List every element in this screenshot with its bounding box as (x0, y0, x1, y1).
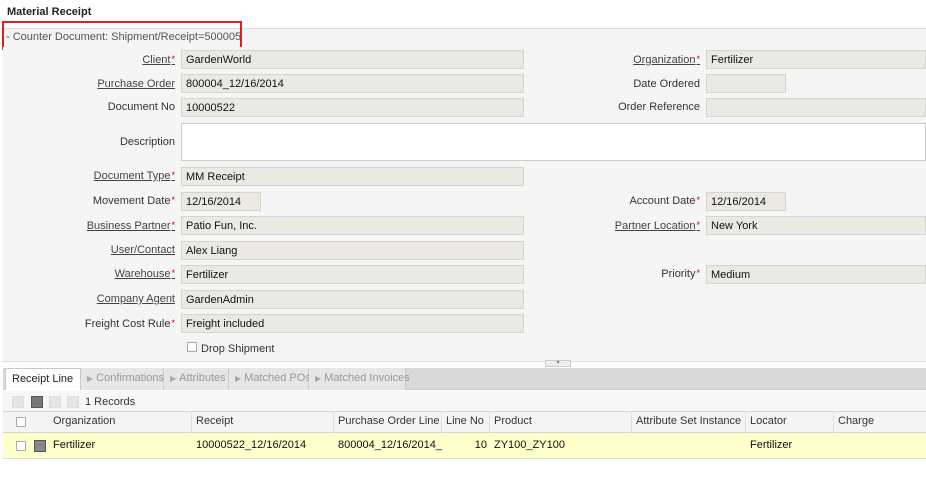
column-header-purchase-order-line[interactable]: Purchase Order Line (334, 411, 442, 433)
warehouse-field[interactable]: Fertilizer (181, 265, 524, 284)
cell-purchase-order-line[interactable]: 800004_12/16/2014_1( (338, 433, 442, 459)
tab-confirmations[interactable]: ▶ Confirmations (81, 368, 164, 390)
tab-receipt-line[interactable]: Receipt Line (5, 368, 81, 390)
row-select-checkbox[interactable] (16, 441, 26, 451)
movement-date-field[interactable]: 12/16/2014 (181, 192, 261, 211)
select-all-checkbox[interactable] (16, 417, 26, 427)
cell-product[interactable]: ZY100_ZY100 (494, 433, 632, 459)
warehouse-label[interactable]: Warehouse* (115, 268, 175, 280)
column-header-locator[interactable]: Locator (746, 411, 834, 433)
tab-arrow-icon: ▶ (235, 374, 242, 383)
tab-matched-pos[interactable]: ▶ Matched POs (229, 368, 311, 390)
drop-shipment-checkbox[interactable] (187, 342, 197, 352)
column-header-organization[interactable]: Organization (49, 411, 192, 433)
user-contact-field[interactable]: Alex Liang (181, 241, 524, 260)
purchase-order-field[interactable]: 800004_12/16/2014 (181, 74, 524, 93)
column-header-receipt[interactable]: Receipt (192, 411, 334, 433)
column-header-product[interactable]: Product (490, 411, 632, 433)
tab-arrow-icon: ▶ (170, 374, 177, 383)
column-header-attribute-set-instance[interactable]: Attribute Set Instance (632, 411, 746, 433)
splitter-collapse-handle[interactable]: ▾ (545, 360, 571, 367)
column-header-line-no[interactable]: Line No (442, 411, 490, 433)
account-date-field[interactable]: 12/16/2014 (706, 192, 786, 211)
business-partner-field[interactable]: Patio Fun, Inc. (181, 216, 524, 235)
column-header-charge[interactable]: Charge (834, 411, 926, 433)
business-partner-label[interactable]: Business Partner* (87, 220, 175, 232)
new-record-icon[interactable] (12, 396, 24, 408)
cell-receipt[interactable]: 10000522_12/16/2014 (196, 433, 334, 459)
cell-line-no[interactable]: 10 (442, 433, 487, 459)
client-field[interactable]: GardenWorld (181, 50, 524, 69)
description-textarea[interactable] (181, 123, 926, 161)
document-no-label: Document No (107, 101, 175, 113)
priority-field[interactable]: Medium (706, 265, 926, 284)
drop-shipment-label: Drop Shipment (201, 343, 275, 355)
refresh-icon[interactable] (67, 396, 79, 408)
grid-toolbar (3, 391, 926, 411)
cell-locator[interactable]: Fertilizer (750, 433, 834, 459)
date-ordered-label: Date Ordered (633, 78, 700, 90)
tab-arrow-icon: ▶ (87, 374, 94, 383)
document-type-field[interactable]: MM Receipt (181, 167, 524, 186)
account-date-label: Account Date* (629, 195, 700, 207)
order-reference-label: Order Reference (618, 101, 700, 113)
highlight-box (2, 21, 242, 50)
partner-location-label[interactable]: Partner Location* (615, 220, 700, 232)
company-agent-label[interactable]: Company Agent (97, 293, 175, 305)
date-ordered-field[interactable] (706, 74, 786, 93)
description-label: Description (119, 136, 175, 148)
document-no-field[interactable]: 10000522 (181, 98, 524, 117)
freight-cost-rule-label: Freight Cost Rule* (84, 318, 175, 330)
row-edit-icon[interactable] (34, 440, 46, 452)
company-agent-field[interactable]: GardenAdmin (181, 290, 524, 309)
window-title: Material Receipt (7, 6, 92, 18)
priority-label: Priority* (661, 268, 700, 280)
client-label[interactable]: Client* (142, 54, 175, 66)
tab-arrow-icon: ▶ (315, 374, 322, 383)
records-count: 1 Records (85, 396, 136, 408)
cell-charge[interactable] (838, 433, 926, 459)
organization-label[interactable]: Organization* (633, 54, 700, 66)
tab-attributes[interactable]: ▶ Attributes (164, 368, 229, 390)
grid-toggle-icon[interactable] (31, 396, 43, 408)
organization-field[interactable]: Fertilizer (706, 50, 926, 69)
tab-matched-invoices[interactable]: ▶ Matched Invoices (309, 368, 410, 390)
document-type-label[interactable]: Document Type* (94, 170, 175, 182)
movement-date-label: Movement Date* (92, 195, 175, 207)
cell-organization[interactable]: Fertilizer (53, 433, 192, 459)
panel-splitter[interactable] (3, 361, 926, 368)
purchase-order-label[interactable]: Purchase Order (97, 78, 175, 90)
user-contact-label[interactable]: User/Contact (111, 244, 175, 256)
order-reference-field[interactable] (706, 98, 926, 117)
cell-attribute-set-instance[interactable] (636, 433, 746, 459)
delete-record-icon[interactable] (49, 396, 61, 408)
partner-location-field[interactable]: New York (706, 216, 926, 235)
freight-cost-rule-field[interactable]: Freight included (181, 314, 524, 333)
